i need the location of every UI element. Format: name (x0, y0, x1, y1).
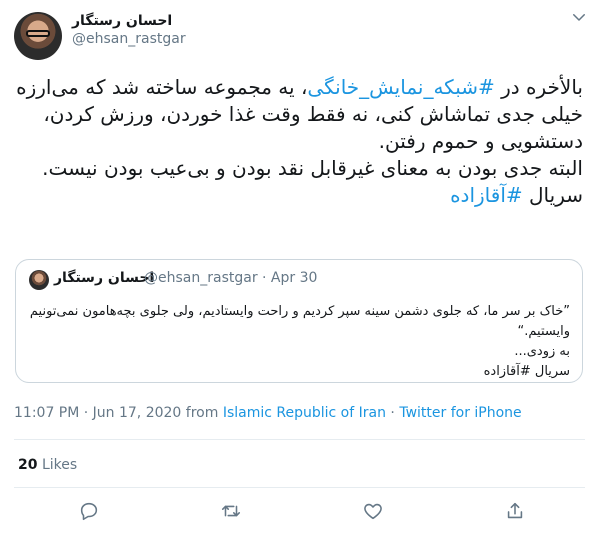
quoted-display-name: احسان رستگار (54, 270, 155, 286)
action-bar (0, 500, 599, 530)
share-icon[interactable] (504, 500, 526, 522)
quoted-avatar (29, 270, 49, 290)
tweet-meta: 11:07 PM · Jun 17, 2020 from Islamic Rep… (14, 405, 522, 421)
quoted-line: به زودی... (514, 344, 570, 359)
reply-icon[interactable] (78, 500, 100, 522)
tweet-paragraph: البته جدی بودن به معنای غیرقابل نقد بودن… (14, 155, 583, 182)
retweet-icon[interactable] (220, 500, 242, 522)
likes-label: Likes (41, 457, 78, 473)
tweet-paragraph: بالأخره در #شبکه_نمایش_خانگی، یه مجموعه … (14, 74, 583, 155)
likes-count[interactable]: 20 Likes (18, 457, 77, 473)
tweet-text-segment: البته جدی بودن به معنای غیرقابل نقد بودن… (42, 156, 583, 180)
quoted-handle-date: @ehsan_rastgar · Apr 30 (144, 270, 318, 286)
location-link[interactable]: Islamic Republic of Iran (223, 405, 386, 421)
source-link[interactable]: Twitter for iPhone (399, 405, 521, 421)
likes-number: 20 (18, 457, 38, 473)
quoted-line: سریال #آقازاده (483, 364, 570, 379)
tweet-text-segment: بالأخره در (494, 75, 583, 99)
quoted-text: ”خاک بر سر ما، که جلوی دشمن سینه سپر کرد… (28, 302, 570, 382)
like-icon[interactable] (362, 500, 384, 522)
hashtag-link[interactable]: #شبکه_نمایش_خانگی (307, 75, 494, 99)
meta-separator: · (385, 405, 400, 421)
quoted-tweet[interactable]: احسان رستگار @ehsan_rastgar · Apr 30 ”خا… (15, 259, 583, 383)
tweet-paragraph: سریال #آقازاده (14, 182, 583, 209)
author-handle[interactable]: @ehsan_rastgar (72, 31, 186, 47)
author-display-name[interactable]: احسان رستگار (72, 13, 172, 29)
tweet-text: بالأخره در #شبکه_نمایش_خانگی، یه مجموعه … (14, 74, 583, 209)
chevron-down-icon[interactable] (570, 8, 588, 26)
avatar[interactable] (14, 12, 62, 60)
time-date[interactable]: 11:07 PM · Jun 17, 2020 from (14, 405, 223, 421)
divider (14, 487, 585, 488)
hashtag-link[interactable]: #آقازاده (450, 183, 523, 207)
quoted-line: ”خاک بر سر ما، که جلوی دشمن سینه سپر کرد… (29, 304, 570, 339)
divider (14, 439, 585, 440)
tweet-text-segment: سریال (522, 183, 583, 207)
